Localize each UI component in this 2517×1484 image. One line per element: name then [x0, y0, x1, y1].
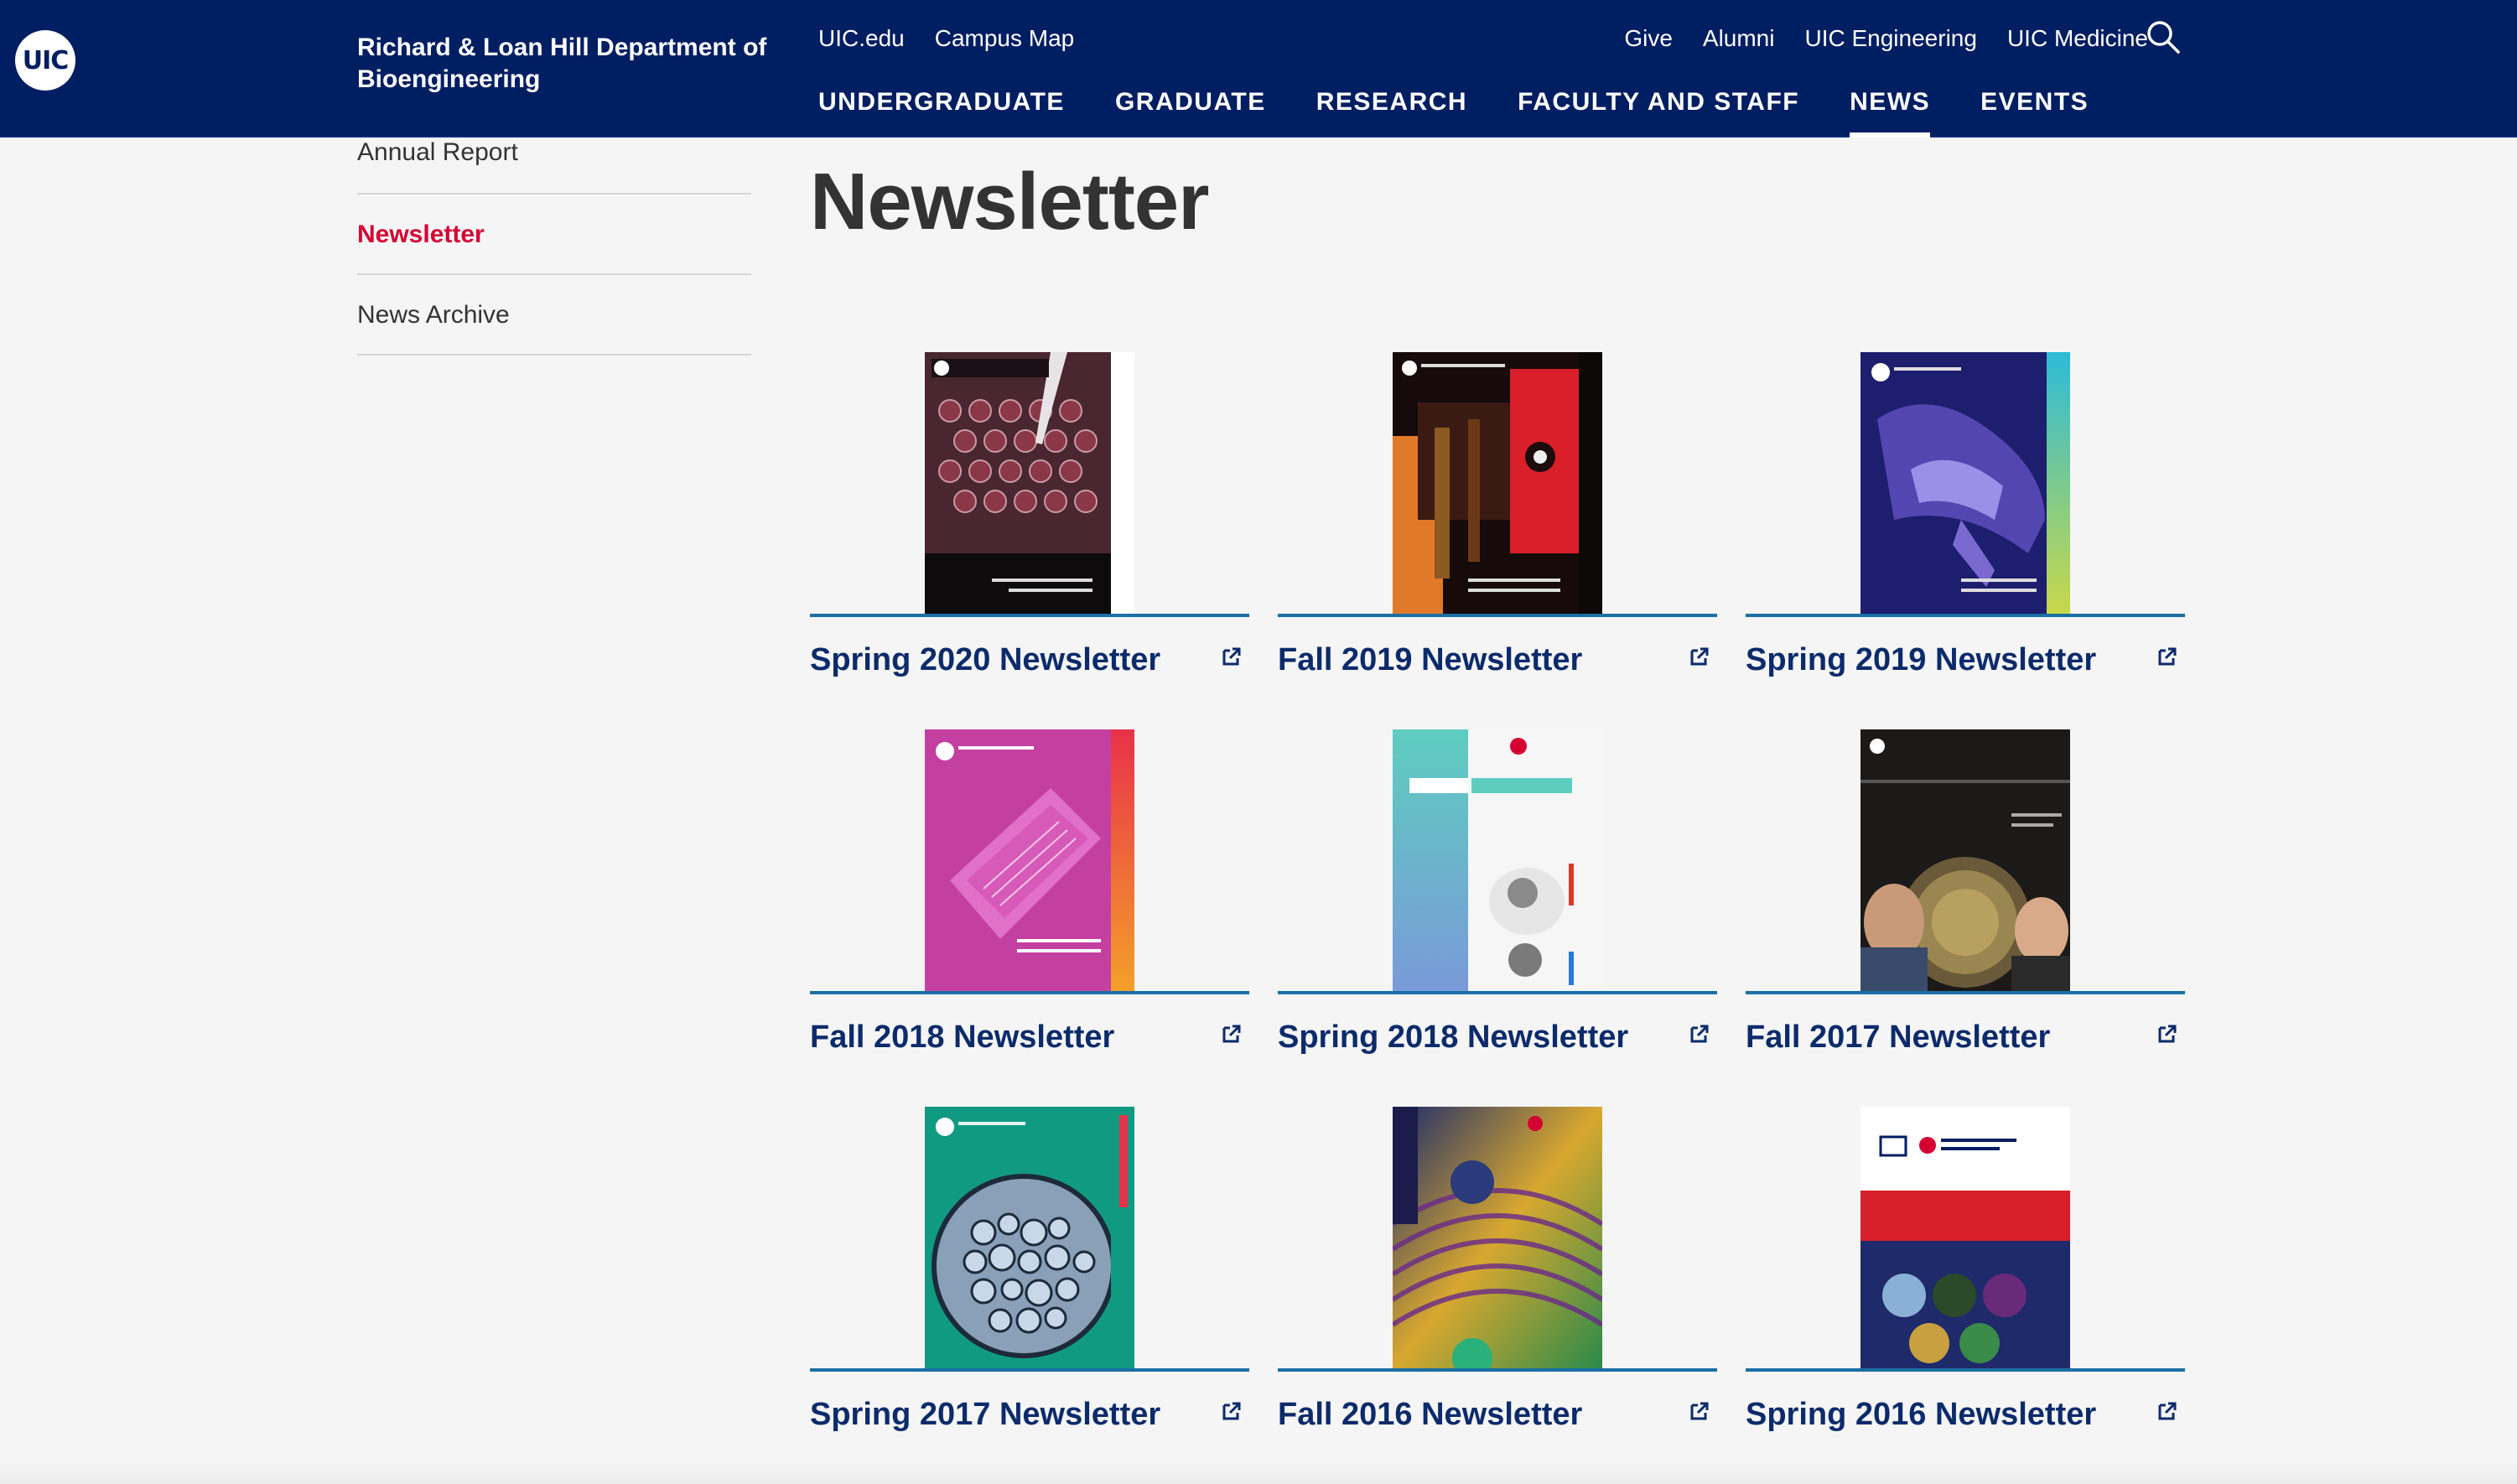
external-link-icon	[1690, 1402, 1709, 1420]
utility-link-alumni[interactable]: Alumni	[1703, 23, 1775, 54]
newsletter-title[interactable]: Spring 2019 Newsletter	[1746, 642, 2096, 678]
external-link-icon	[2158, 647, 2177, 666]
cover-image-spring-2016	[1861, 1107, 2070, 1368]
newsletter-title[interactable]: Spring 2017 Newsletter	[810, 1397, 1160, 1433]
nav-research[interactable]: RESEARCH	[1316, 84, 1467, 138]
utility-link-uic-edu[interactable]: UIC.edu	[818, 23, 905, 54]
newsletter-card[interactable]: Spring 2019 Newsletter	[1746, 352, 2185, 729]
section-sidebar: Annual Report Newsletter News Archive	[357, 138, 751, 355]
newsletter-card[interactable]: Fall 2016 Newsletter	[1278, 1107, 1717, 1484]
newsletter-card[interactable]: Spring 2016 Newsletter	[1746, 1107, 2185, 1484]
newsletter-title[interactable]: Fall 2018 Newsletter	[810, 1020, 1114, 1056]
cover-image-fall-2018	[925, 729, 1134, 991]
newsletter-card[interactable]: Fall 2018 Newsletter	[810, 729, 1249, 1107]
uic-logo[interactable]: UIC	[15, 30, 75, 91]
nav-news[interactable]: NEWS	[1850, 84, 1931, 138]
utility-link-uic-engineering[interactable]: UIC Engineering	[1804, 23, 1976, 54]
sidebar-item-newsletter[interactable]: Newsletter	[357, 195, 751, 275]
external-link-icon	[1222, 1402, 1241, 1420]
cover-image-fall-2016	[1393, 1107, 1602, 1368]
external-link-icon	[1690, 1025, 1709, 1043]
newsletter-title[interactable]: Fall 2016 Newsletter	[1278, 1397, 1582, 1433]
nav-faculty-and-staff[interactable]: FACULTY AND STAFF	[1518, 84, 1799, 138]
newsletter-card[interactable]: Fall 2017 Newsletter	[1746, 729, 2185, 1107]
nav-undergraduate[interactable]: UNDERGRADUATE	[818, 84, 1065, 138]
cover-image-spring-2017	[925, 1107, 1134, 1368]
cover-image-spring-2019	[1861, 352, 2070, 614]
nav-events[interactable]: EVENTS	[1980, 84, 2089, 138]
sidebar-item-label: News Archive	[357, 301, 510, 329]
newsletter-grid: Spring 2020 Newsletter Fall 2019 Newslet…	[810, 352, 2185, 1484]
main-nav: UNDERGRADUATE GRADUATE RESEARCH FACULTY …	[818, 84, 2089, 138]
external-link-icon	[1222, 647, 1241, 666]
sidebar-item-annual-report[interactable]: Annual Report	[357, 138, 751, 195]
newsletter-title[interactable]: Fall 2017 Newsletter	[1746, 1020, 2050, 1056]
external-link-icon	[1690, 647, 1709, 666]
sidebar-item-news-archive[interactable]: News Archive	[357, 275, 751, 355]
utility-link-give[interactable]: Give	[1624, 23, 1673, 54]
newsletter-title[interactable]: Spring 2018 Newsletter	[1278, 1020, 1628, 1056]
nav-graduate[interactable]: GRADUATE	[1115, 84, 1266, 138]
search-button[interactable]	[2145, 18, 2182, 55]
utility-nav-right: Give Alumni UIC Engineering UIC Medicine	[1624, 23, 2148, 54]
cover-image-fall-2017	[1861, 729, 2070, 991]
newsletter-title[interactable]: Spring 2020 Newsletter	[810, 642, 1160, 678]
newsletter-title[interactable]: Spring 2016 Newsletter	[1746, 1397, 2096, 1433]
newsletter-card[interactable]: Spring 2018 Newsletter	[1278, 729, 1717, 1107]
utility-link-campus-map[interactable]: Campus Map	[935, 23, 1075, 54]
department-name[interactable]: Richard & Loan Hill Department of Bioeng…	[357, 32, 768, 96]
utility-link-uic-medicine[interactable]: UIC Medicine	[2007, 23, 2148, 54]
sidebar-item-label: Newsletter	[357, 221, 485, 248]
search-icon	[2147, 21, 2180, 54]
cover-image-fall-2019	[1393, 352, 1602, 614]
cover-image-spring-2020	[925, 352, 1134, 614]
site-header: UIC Richard & Loan Hill Department of Bi…	[0, 0, 2517, 138]
newsletter-card[interactable]: Spring 2017 Newsletter	[810, 1107, 1249, 1484]
external-link-icon	[2158, 1025, 2177, 1043]
sidebar-item-label: Annual Report	[357, 138, 518, 166]
utility-nav-left: UIC.edu Campus Map	[818, 23, 1074, 54]
external-link-icon	[1222, 1025, 1241, 1043]
cover-image-spring-2018	[1393, 729, 1602, 991]
newsletter-card[interactable]: Fall 2019 Newsletter	[1278, 352, 1717, 729]
newsletter-title[interactable]: Fall 2019 Newsletter	[1278, 642, 1582, 678]
page-bottom-fade	[0, 1457, 2517, 1484]
page-title: Newsletter	[810, 157, 1210, 246]
external-link-icon	[2158, 1402, 2177, 1420]
newsletter-card[interactable]: Spring 2020 Newsletter	[810, 352, 1249, 729]
